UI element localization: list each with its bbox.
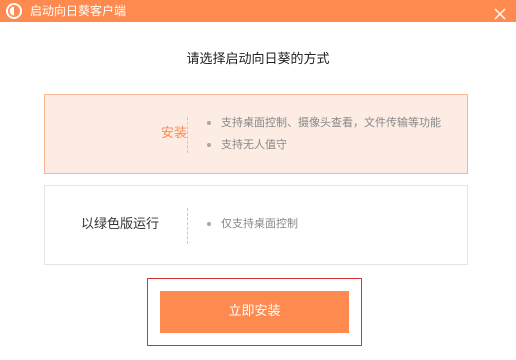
feature-list: 仅支持桌面控制 <box>205 216 298 238</box>
install-now-button[interactable]: 立即安装 <box>160 291 349 333</box>
feature-text: 仅支持桌面控制 <box>221 217 298 230</box>
feature-text: 支持桌面控制、摄像头查看，文件传输等功能 <box>221 116 441 129</box>
option-divider <box>187 208 188 244</box>
feature-item: 支持无人值守 <box>205 137 441 159</box>
option-divider <box>187 117 188 153</box>
bullet-icon <box>207 121 211 125</box>
sunlogin-logo-icon <box>6 3 22 19</box>
install-button-highlight: 立即安装 <box>147 278 362 346</box>
feature-item: 仅支持桌面控制 <box>205 216 298 238</box>
page-heading: 请选择启动向日葵的方式 <box>186 52 330 67</box>
bullet-icon <box>207 222 211 226</box>
option-install[interactable]: 安装 支持桌面控制、摄像头查看，文件传输等功能 支持无人值守 <box>44 94 468 174</box>
feature-text: 支持无人值守 <box>221 138 287 151</box>
feature-list: 支持桌面控制、摄像头查看，文件传输等功能 支持无人值守 <box>205 115 441 159</box>
bullet-icon <box>207 143 211 147</box>
window-title: 启动向日葵客户端 <box>30 4 127 18</box>
feature-item: 支持桌面控制、摄像头查看，文件传输等功能 <box>205 115 441 137</box>
close-icon[interactable] <box>494 5 506 20</box>
option-portable-label: 以绿色版运行 <box>80 217 159 232</box>
title-bar: 启动向日葵客户端 <box>0 0 516 22</box>
option-install-label: 安装 <box>160 126 187 141</box>
option-portable[interactable]: 以绿色版运行 仅支持桌面控制 <box>44 185 468 265</box>
